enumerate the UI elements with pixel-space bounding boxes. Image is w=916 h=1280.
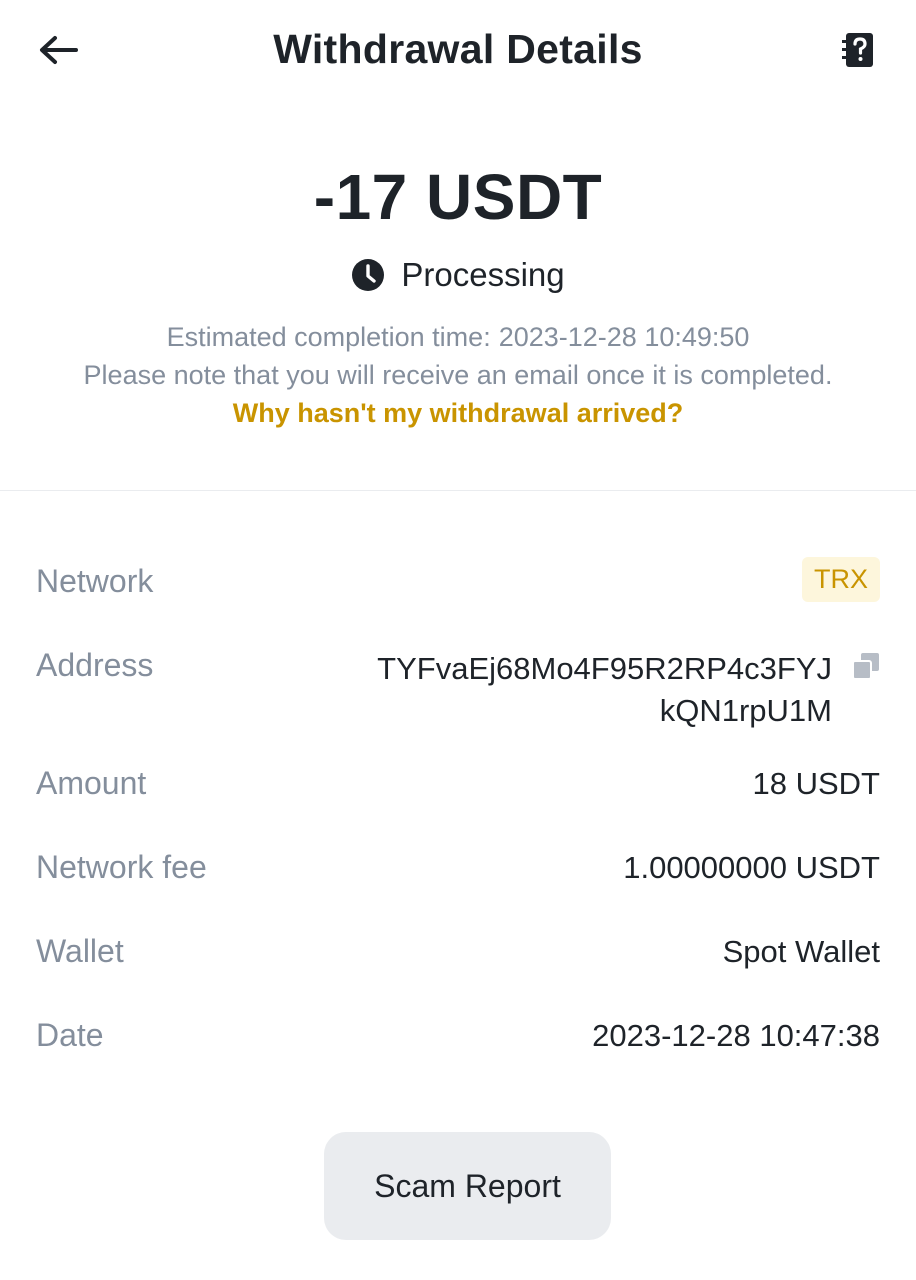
network-fee-label: Network fee — [36, 849, 207, 885]
amount-value: 18 USDT — [752, 766, 880, 801]
address-label: Address — [36, 647, 154, 683]
scam-report-button[interactable]: Scam Report — [324, 1132, 611, 1240]
address-line-2: kQN1rpU1M — [659, 693, 832, 728]
network-badge: TRX — [802, 557, 880, 602]
status-text: Processing — [401, 256, 565, 293]
amount-label: Amount — [36, 765, 147, 801]
wallet-label: Wallet — [36, 933, 124, 969]
help-button[interactable] — [840, 30, 876, 70]
withdrawal-help-link[interactable]: Why hasn't my withdrawal arrived? — [0, 398, 916, 429]
withdrawal-details-page: Withdrawal Details -17 USDT Processing E… — [0, 0, 916, 1280]
wallet-value: Spot Wallet — [722, 934, 880, 969]
copy-address-button[interactable] — [852, 652, 880, 680]
page-title: Withdrawal Details — [273, 26, 643, 72]
address-value: TYFvaEj68Mo4F95R2RP4c3FYJ kQN1rpU1M — [362, 648, 880, 732]
estimated-completion: Estimated completion time: 2023-12-28 10… — [0, 322, 916, 353]
date-value: 2023-12-28 10:47:38 — [592, 1018, 880, 1053]
date-label: Date — [36, 1017, 104, 1053]
network-label: Network — [36, 563, 154, 599]
clock-icon — [352, 259, 385, 291]
address-line-1: TYFvaEj68Mo4F95R2RP4c3FYJ — [377, 651, 832, 686]
withdrawal-amount: -17 USDT — [313, 161, 603, 233]
estimated-label: Estimated completion time: — [166, 322, 491, 352]
status-line: Processing — [0, 256, 916, 294]
estimated-time: 2023-12-28 10:49:50 — [498, 322, 750, 352]
address-text: TYFvaEj68Mo4F95R2RP4c3FYJ kQN1rpU1M — [362, 648, 832, 732]
network-fee-value: 1.00000000 USDT — [623, 850, 880, 885]
help-document-icon — [842, 33, 873, 67]
divider — [0, 490, 916, 491]
header-bar: Withdrawal Details — [0, 0, 916, 104]
email-note: Please note that you will receive an ema… — [83, 360, 833, 390]
copy-icon — [852, 653, 879, 680]
